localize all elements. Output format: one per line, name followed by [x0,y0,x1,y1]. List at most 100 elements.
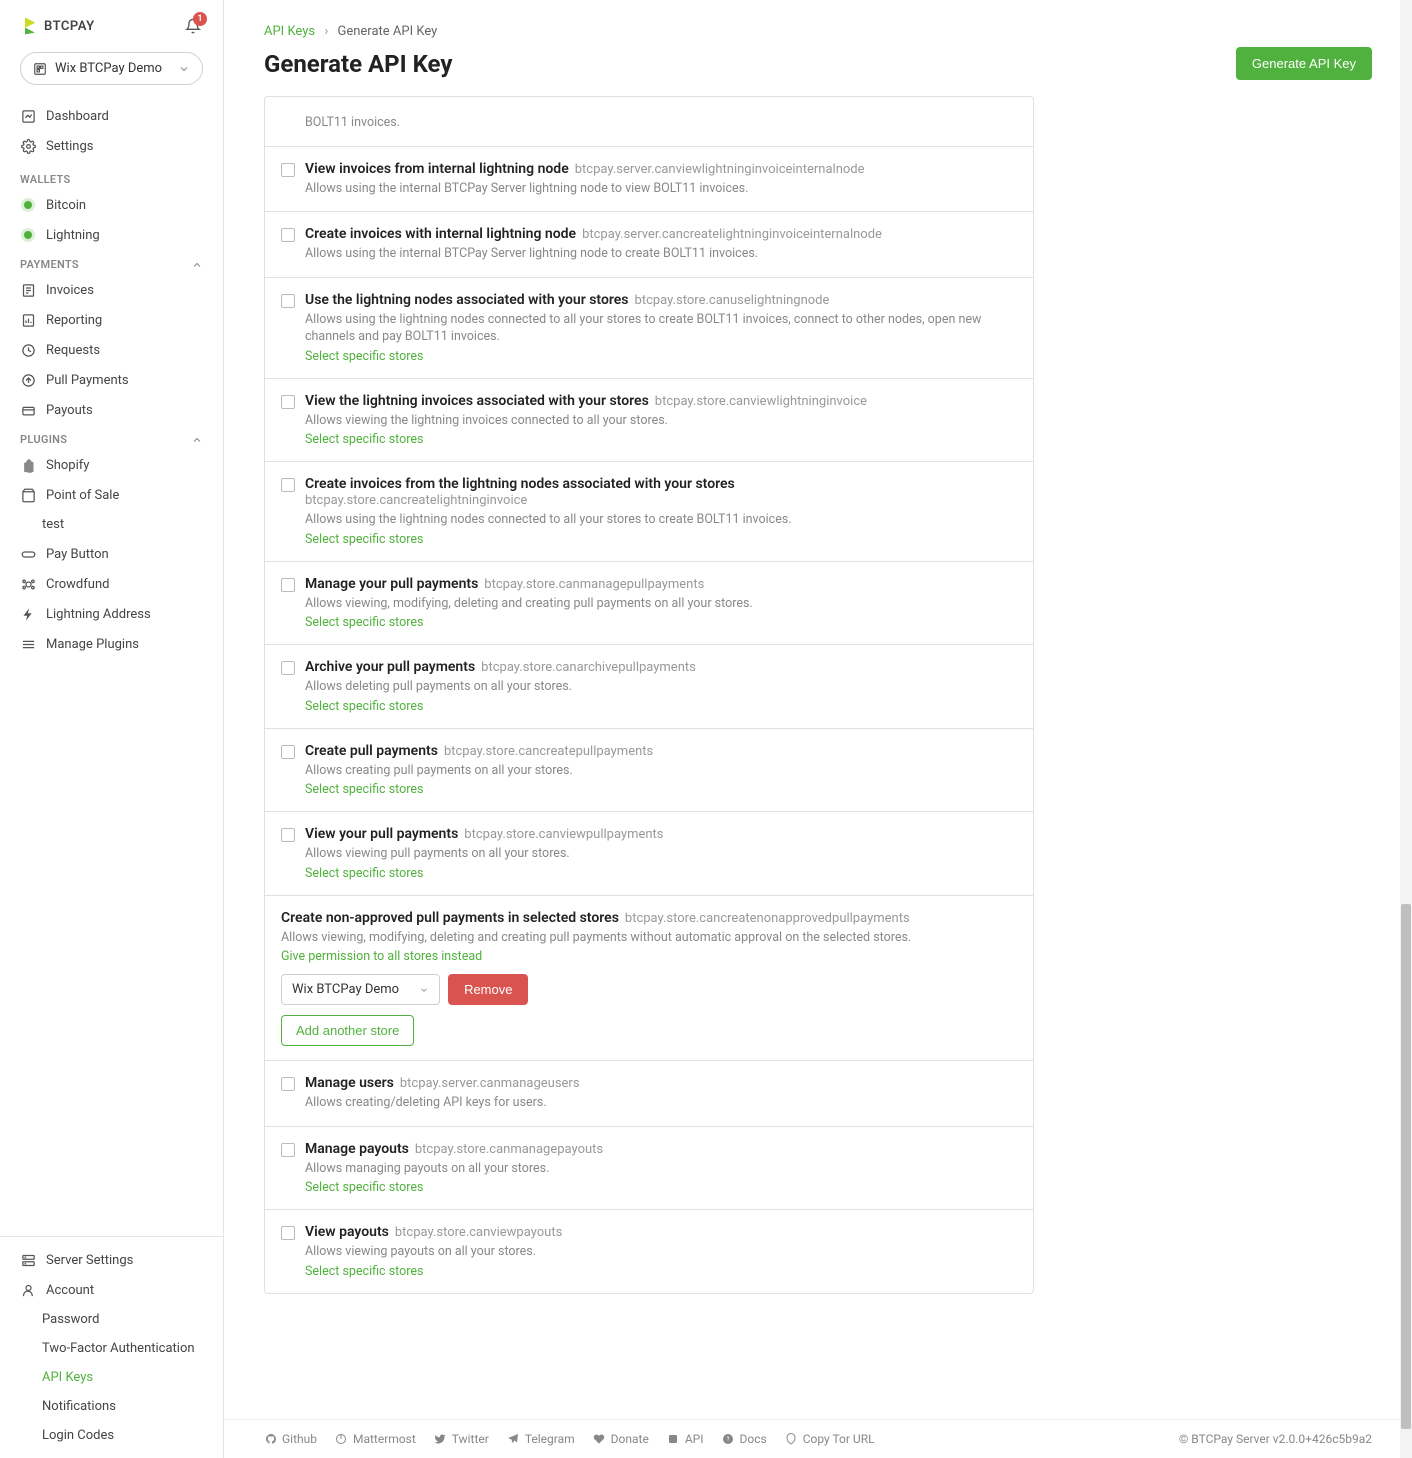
permission-item: Create non-approved pull payments in sel… [265,896,1033,1062]
permission-description: Allows viewing, modifying, deleting and … [281,929,1017,947]
permission-item: View payoutsbtcpay.store.canviewpayoutsA… [265,1210,1033,1293]
sidebar-item-lightning-address[interactable]: Lightning Address [0,599,223,629]
select-stores-link[interactable]: Select specific stores [305,615,423,630]
select-stores-link[interactable]: Select specific stores [305,1264,423,1279]
sidebar-item-api-keys[interactable]: API Keys [0,1363,223,1392]
sidebar-item-requests[interactable]: Requests [0,335,223,365]
permission-checkbox[interactable] [281,163,295,177]
store-dropdown[interactable]: Wix BTCPay Demo [281,974,440,1005]
footer-docs[interactable]: ?Docs [722,1432,767,1446]
permission-item: Create invoices with internal lightning … [265,212,1033,278]
footer-twitter[interactable]: Twitter [434,1432,489,1446]
permission-item: Manage usersbtcpay.server.canmanageusers… [265,1061,1033,1127]
sidebar-item-manage-plugins[interactable]: Manage Plugins [0,629,223,659]
sidebar-item-pos-test[interactable]: test [0,510,223,539]
permission-checkbox[interactable] [281,578,295,592]
select-stores-link[interactable]: Select specific stores [305,699,423,714]
select-stores-link[interactable]: Select specific stores [305,866,423,881]
footer-telegram[interactable]: Telegram [507,1432,575,1446]
sidebar-item-pay-button[interactable]: Pay Button [0,539,223,569]
pos-icon [21,488,36,503]
permission-description: Allows using the internal BTCPay Server … [305,245,1017,263]
permission-description: Allows creating/deleting API keys for us… [305,1094,1017,1112]
version-text: © BTCPay Server v2.0.0+426c5b9a2 [1179,1432,1372,1446]
reporting-icon [21,313,36,328]
permission-checkbox[interactable] [281,228,295,242]
permission-checkbox[interactable] [281,1077,295,1091]
store-selector[interactable]: Wix BTCPay Demo [20,52,203,85]
breadcrumb-parent[interactable]: API Keys [264,24,315,39]
permission-code: btcpay.store.canuselightningnode [635,293,830,308]
permission-item: Create invoices from the lightning nodes… [265,462,1033,562]
give-all-stores-link[interactable]: Give permission to all stores instead [281,949,482,964]
permission-description: Allows managing payouts on all your stor… [305,1160,1017,1178]
permission-checkbox[interactable] [281,1226,295,1240]
sidebar-item-pos[interactable]: Point of Sale [0,480,223,510]
permission-code: btcpay.server.canviewlightninginvoiceint… [575,162,865,177]
sidebar-item-lightning[interactable]: Lightning [0,220,223,250]
payments-section-label[interactable]: PAYMENTS [0,250,223,275]
sidebar-item-settings[interactable]: Settings [0,131,223,161]
permission-description: Allows viewing, modifying, deleting and … [305,595,1017,613]
sidebar-item-crowdfund[interactable]: Crowdfund [0,569,223,599]
permission-code: btcpay.store.canviewpayouts [395,1225,562,1240]
breadcrumb: API Keys › Generate API Key [264,24,1372,39]
sidebar-item-account[interactable]: Account [0,1275,223,1305]
wallets-section-label: WALLETS [0,165,223,190]
permission-title: Create pull payments [305,743,438,759]
remove-store-button[interactable]: Remove [448,974,528,1005]
permission-item: Archive your pull paymentsbtcpay.store.c… [265,645,1033,729]
footer-tor[interactable]: Copy Tor URL [785,1432,875,1446]
permission-checkbox[interactable] [281,828,295,842]
select-stores-link[interactable]: Select specific stores [305,349,423,364]
permission-title: View your pull payments [305,826,458,842]
logo[interactable]: BTCPAY [20,16,95,36]
sidebar-item-pull-payments[interactable]: Pull Payments [0,365,223,395]
sidebar: BTCPAY 1 Wix BTCPay Demo Dashboard [0,0,224,1458]
permission-checkbox[interactable] [281,478,295,492]
sidebar-item-dashboard[interactable]: Dashboard [0,101,223,131]
scrollbar-thumb[interactable] [1401,904,1411,1429]
sidebar-item-two-factor[interactable]: Two-Factor Authentication [0,1334,223,1363]
permission-checkbox[interactable] [281,1143,295,1157]
lightning-icon [21,607,36,622]
payouts-icon [21,403,36,418]
chevron-down-icon [178,63,190,75]
select-stores-link[interactable]: Select specific stores [305,532,423,547]
permission-description: Allows using the lightning nodes connect… [305,311,1017,346]
plugins-section-label[interactable]: PLUGINS [0,425,223,450]
sidebar-item-bitcoin[interactable]: Bitcoin [0,190,223,220]
sidebar-item-invoices[interactable]: Invoices [0,275,223,305]
sidebar-item-shopify[interactable]: Shopify [0,450,223,480]
generate-api-key-button[interactable]: Generate API Key [1236,47,1372,80]
permission-checkbox[interactable] [281,661,295,675]
page-title: Generate API Key [264,50,452,78]
shopify-icon [21,458,36,473]
permission-item: Manage your pull paymentsbtcpay.store.ca… [265,562,1033,646]
sidebar-item-password[interactable]: Password [0,1305,223,1334]
permission-checkbox[interactable] [281,395,295,409]
sidebar-item-server-settings[interactable]: Server Settings [0,1245,223,1275]
select-stores-link[interactable]: Select specific stores [305,432,423,447]
footer-mattermost[interactable]: Mattermost [335,1432,416,1446]
sidebar-item-reporting[interactable]: Reporting [0,305,223,335]
add-store-button[interactable]: Add another store [281,1015,414,1046]
permission-code: btcpay.store.canmanagepayouts [415,1142,603,1157]
scrollbar[interactable] [1400,0,1412,1458]
permission-checkbox[interactable] [281,294,295,308]
notifications-button[interactable]: 1 [183,16,203,36]
select-stores-link[interactable]: Select specific stores [305,782,423,797]
permission-checkbox[interactable] [281,745,295,759]
pull-payments-icon [21,373,36,388]
permission-title: Create non-approved pull payments in sel… [281,910,619,926]
footer-github[interactable]: Github [264,1432,317,1446]
sidebar-item-notifications[interactable]: Notifications [0,1392,223,1421]
footer-api[interactable]: API [667,1432,704,1446]
sidebar-item-payouts[interactable]: Payouts [0,395,223,425]
status-dot-icon [24,231,32,239]
footer-donate[interactable]: Donate [593,1432,649,1446]
select-stores-link[interactable]: Select specific stores [305,1180,423,1195]
sidebar-item-login-codes[interactable]: Login Codes [0,1421,223,1450]
permission-item: View the lightning invoices associated w… [265,379,1033,463]
permission-code: btcpay.store.canviewlightninginvoice [655,394,867,409]
